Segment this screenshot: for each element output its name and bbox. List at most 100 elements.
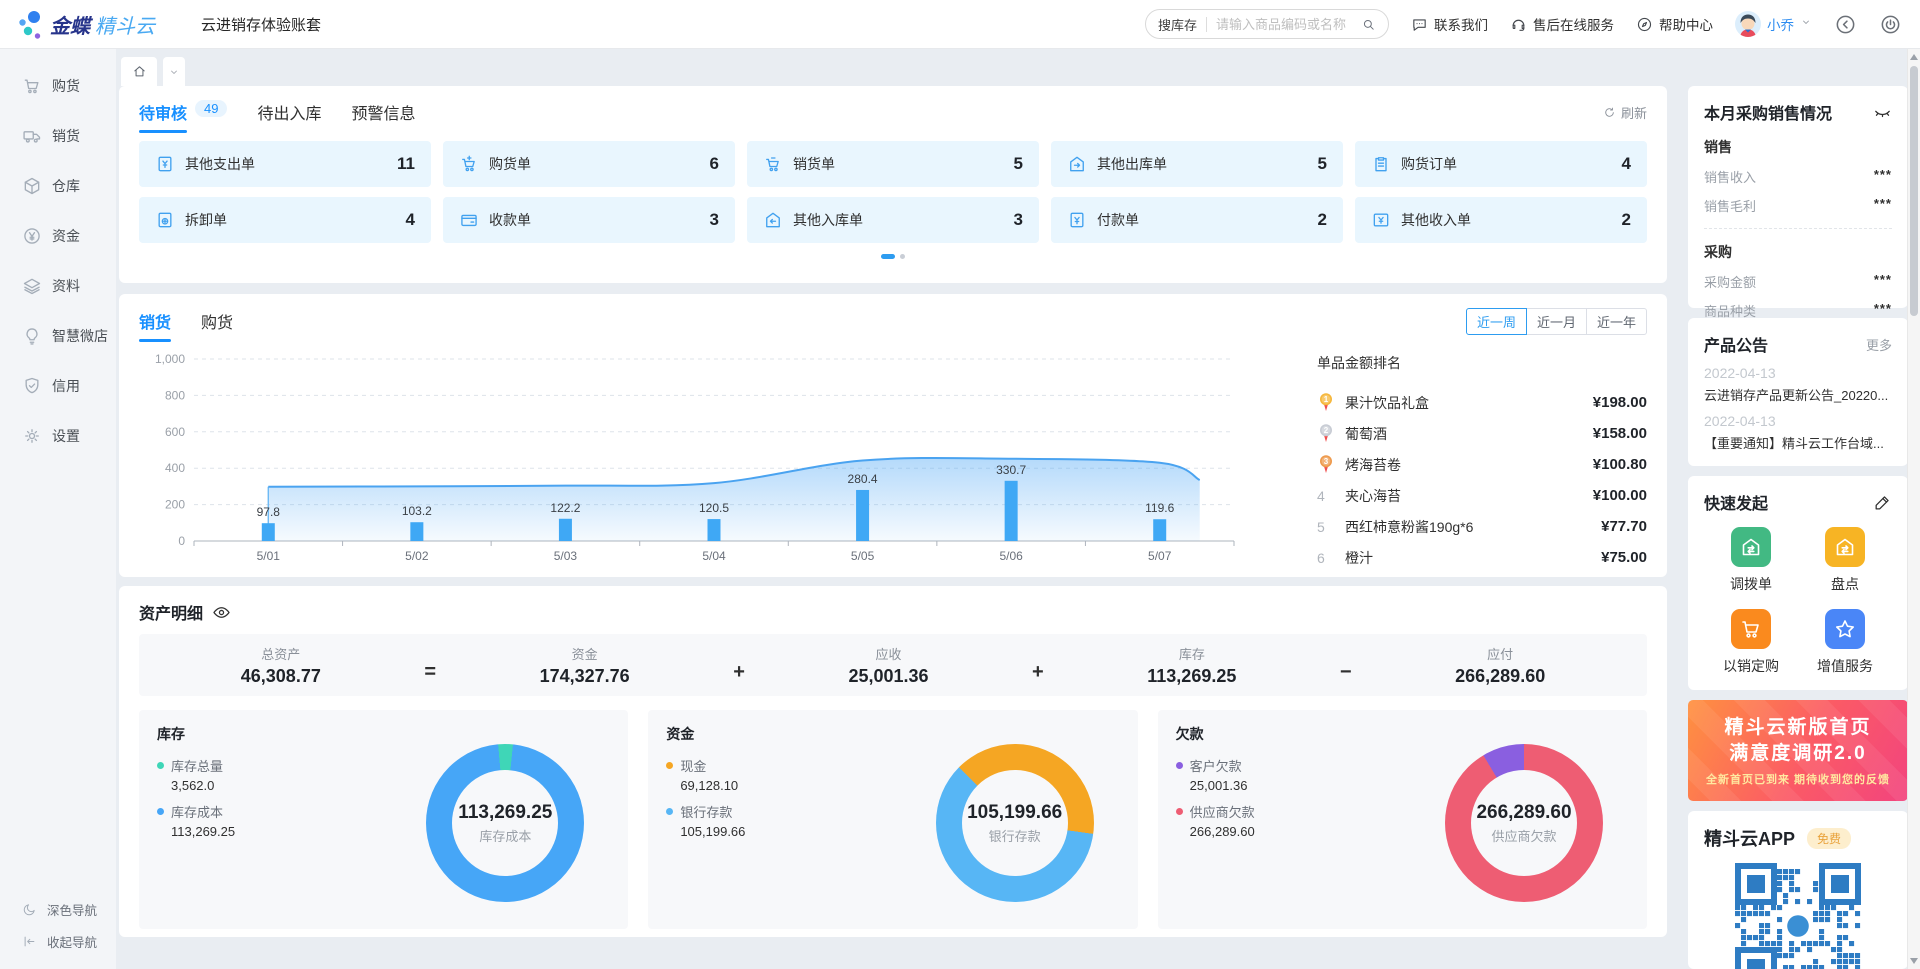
user-menu[interactable]: 小乔 (1735, 11, 1812, 37)
svg-text:5/06: 5/06 (999, 549, 1023, 563)
sidebar-footer-深色导航[interactable]: 深色导航 (0, 893, 116, 925)
todo-panel: 待审核49 待出入库预警信息 刷新 其他支出单11 购货单6 销货单5 其他出库单5 购货… (119, 86, 1667, 283)
legend-dot-icon (1176, 762, 1183, 769)
donut-center: 113,269.25库存成本 (426, 744, 584, 902)
nav-link-联系我们[interactable]: 联系我们 (1411, 14, 1488, 34)
tab-购货[interactable]: 购货 (201, 309, 233, 342)
trend-panel: 销货购货 近一周近一月近一年 02004006008001,00097.8103… (119, 294, 1667, 577)
refresh-button[interactable]: 刷新 (1603, 103, 1647, 130)
quick-launch-盘点[interactable]: 盘点 (1798, 527, 1892, 594)
sidebar-item-资料[interactable]: 资料 (0, 261, 116, 311)
ranking-item[interactable]: 1果汁饮品礼盒¥198.00 (1317, 387, 1647, 418)
range-button-近一年[interactable]: 近一年 (1586, 308, 1647, 335)
moon-icon (22, 902, 37, 917)
sidebar-item-仓库[interactable]: 仓库 (0, 161, 116, 211)
donut-ring-欠款[interactable]: 266,289.60供应商欠款 (1445, 744, 1603, 902)
sidebar-footer-收起导航[interactable]: 收起导航 (0, 925, 116, 957)
quick-launch-增值服务[interactable]: 增值服务 (1798, 609, 1892, 676)
todo-card-其他出库单[interactable]: 其他出库单5 (1051, 141, 1343, 187)
survey-banner[interactable]: 精斗云新版首页 满意度调研2.0 全新首页已到来 期待收到您的反馈 (1688, 700, 1908, 801)
eye-icon[interactable] (212, 603, 231, 622)
pencil-icon[interactable] (1873, 493, 1892, 512)
home-tab[interactable] (121, 57, 157, 86)
svg-text:200: 200 (165, 498, 185, 512)
todo-card-其他收入单[interactable]: 其他收入单2 (1355, 197, 1647, 243)
ranking-item-name: 西红柿意粉酱190g*6 (1345, 517, 1601, 537)
scroll-down-arrow[interactable] (1910, 958, 1918, 964)
donut-ring-库存[interactable]: 113,269.25库存成本 (426, 744, 584, 902)
todo-card-销货单[interactable]: 销货单5 (747, 141, 1039, 187)
ranking-item[interactable]: 6橙汁¥75.00 (1317, 542, 1647, 573)
donut-card-资金: 资金现金69,128.10银行存款105,199.66105,199.66银行存… (648, 710, 1137, 929)
todo-card-count: 2 (1318, 210, 1327, 230)
announcement-link[interactable]: 云进销存产品更新公告_20220... (1704, 385, 1892, 404)
sidebar-item-购货[interactable]: 购货 (0, 61, 116, 111)
sidebar-item-设置[interactable]: 设置 (0, 411, 116, 461)
sales-trend-chart: 02004006008001,00097.8103.2122.2120.5280… (139, 345, 1317, 573)
pagination-dot[interactable] (900, 254, 905, 259)
sidebar-item-信用[interactable]: 信用 (0, 361, 116, 411)
logout-button[interactable] (1879, 13, 1902, 36)
range-button-近一月[interactable]: 近一月 (1526, 308, 1587, 335)
nav-links: 联系我们 售后在线服务 帮助中心 (1411, 14, 1713, 34)
todo-card-付款单[interactable]: 付款单2 (1051, 197, 1343, 243)
donut-ring-资金[interactable]: 105,199.66银行存款 (936, 744, 1094, 902)
pagination-dot-active[interactable] (881, 254, 895, 259)
sidebar-item-label: 资料 (52, 276, 80, 296)
tab-待审核[interactable]: 待审核49 (139, 100, 227, 133)
todo-card-拆卸单[interactable]: 拆卸单4 (139, 197, 431, 243)
month-section-销售: 销售 (1704, 137, 1892, 157)
quick-launch-以销定购[interactable]: 以销定购 (1704, 609, 1798, 676)
search-input[interactable] (1216, 17, 1361, 32)
nav-link-帮助中心[interactable]: 帮助中心 (1636, 14, 1713, 34)
search-icon[interactable] (1361, 17, 1376, 32)
todo-card-其他入库单[interactable]: 其他入库单3 (747, 197, 1039, 243)
legend-item-label: 客户欠款 (1190, 756, 1242, 775)
todo-card-购货单[interactable]: 购货单6 (443, 141, 735, 187)
svg-text:3: 3 (1324, 457, 1329, 466)
svg-text:119.6: 119.6 (1145, 501, 1174, 515)
ranking-item[interactable]: 5西红柿意粉酱190g*6¥77.70 (1317, 511, 1647, 542)
month-summary-body: 销售销售收入***销售毛利***采购采购金额***商品种类*** (1704, 137, 1892, 320)
formula-item-value: 174,327.76 (540, 666, 630, 687)
ranking-item[interactable]: 2葡萄酒¥158.00 (1317, 418, 1647, 449)
sidebar-item-资金[interactable]: 资金 (0, 211, 116, 261)
tab-预警信息[interactable]: 预警信息 (352, 100, 416, 133)
vertical-scrollbar[interactable] (1907, 49, 1920, 969)
todo-card-其他支出单[interactable]: 其他支出单11 (139, 141, 431, 187)
month-row-销售毛利: 销售毛利*** (1704, 196, 1892, 215)
tab-待出入库[interactable]: 待出入库 (257, 100, 321, 133)
quick-launch-调拨单[interactable]: 调拨单 (1704, 527, 1798, 594)
back-button[interactable] (1834, 13, 1857, 36)
tab-dropdown-button[interactable] (163, 57, 185, 86)
legend-dot-icon (157, 762, 164, 769)
todo-card-label: 收款单 (489, 210, 531, 230)
formula-item-应收: 应收25,001.36 (848, 644, 928, 687)
sidebar-item-智慧微店[interactable]: 智慧微店 (0, 311, 116, 361)
announcements-more-link[interactable]: 更多 (1866, 335, 1892, 354)
todo-card-grid: 其他支出单11 购货单6 销货单5 其他出库单5 购货订单4 拆卸单4 收款单3 其他入库单3… (139, 141, 1647, 243)
ranking-item[interactable]: 4夹心海苔¥100.00 (1317, 480, 1647, 511)
formula-item-label: 资金 (540, 644, 630, 663)
range-button-近一周[interactable]: 近一周 (1466, 308, 1527, 335)
scroll-up-arrow[interactable] (1910, 54, 1918, 60)
announcement-link[interactable]: 【重要通知】精斗云工作台域... (1704, 433, 1892, 452)
nav-link-售后在线服务[interactable]: 售后在线服务 (1510, 14, 1614, 34)
sidebar-item-label: 销货 (52, 126, 80, 146)
todo-card-收款单[interactable]: 收款单3 (443, 197, 735, 243)
scroll-thumb[interactable] (1910, 66, 1918, 316)
sidebar-item-销货[interactable]: 销货 (0, 111, 116, 161)
svg-text:400: 400 (165, 461, 185, 475)
ranking-item[interactable]: 3烤海苔卷¥100.80 (1317, 449, 1647, 480)
tab-销货[interactable]: 销货 (139, 309, 171, 342)
legend-item-label: 库存总量 (171, 756, 223, 775)
search-category-selector[interactable]: 搜库存 (1158, 15, 1197, 34)
brand-logo[interactable]: 金蝶 精斗云 (18, 9, 155, 40)
announcements-panel: 产品公告 更多 2022-04-13云进销存产品更新公告_20220...202… (1688, 318, 1908, 466)
tab-label: 购货 (201, 309, 233, 342)
todo-card-购货订单[interactable]: 购货订单4 (1355, 141, 1647, 187)
home-icon (132, 64, 147, 79)
sidebar-item-label: 仓库 (52, 176, 80, 196)
yuan-icon (22, 226, 42, 246)
eye-closed-icon[interactable] (1873, 103, 1892, 122)
